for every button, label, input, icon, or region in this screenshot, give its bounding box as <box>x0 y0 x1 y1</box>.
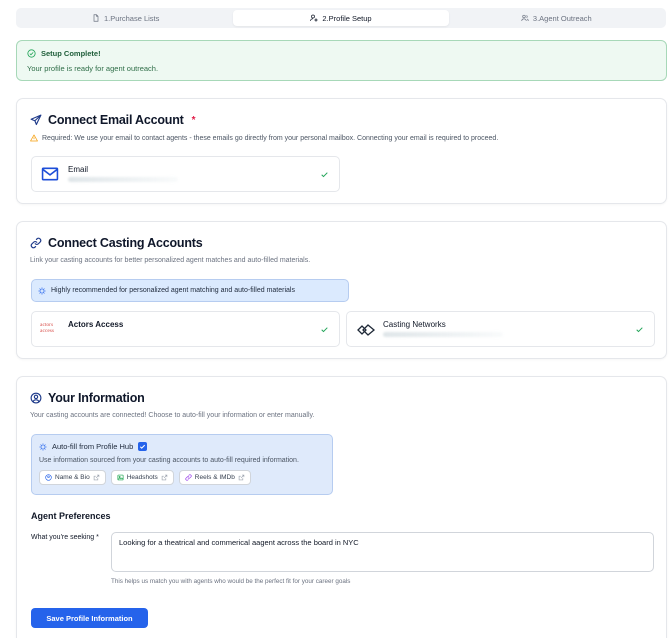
email-account-label: Email <box>68 165 89 174</box>
mail-icon <box>41 167 59 181</box>
send-icon <box>30 114 42 126</box>
check-icon <box>636 327 643 333</box>
actors-access-logo: actors access <box>40 322 55 334</box>
chip-label: Name & Bio <box>55 474 90 481</box>
casting-accounts-card: Connect Casting Accounts Link your casti… <box>16 221 667 359</box>
external-link-icon <box>161 474 167 481</box>
recommendation-text: Highly recommended for personalized agen… <box>51 287 295 294</box>
autofill-title: Auto-fill from Profile Hub <box>52 442 134 451</box>
link-icon <box>185 474 192 481</box>
user-gear-icon <box>310 14 318 22</box>
recommendation-hint: Highly recommended for personalized agen… <box>31 279 349 302</box>
check-icon <box>321 172 328 178</box>
actors-access-label: Actors Access <box>68 320 124 329</box>
casting-section-title: Connect Casting Accounts <box>48 236 203 250</box>
casting-networks-logo-icon <box>357 324 376 336</box>
email-account-option[interactable]: Email <box>31 156 340 192</box>
seeking-textarea[interactable]: Looking for a theatrical and commerical … <box>111 532 654 572</box>
seeking-help-text: This helps us match you with agents who … <box>111 578 351 585</box>
info-section-title: Your Information <box>48 391 145 405</box>
setup-complete-banner: Setup Complete! Your profile is ready fo… <box>16 40 667 81</box>
tab-agent-outreach[interactable]: 3.Agent Outreach <box>449 10 664 26</box>
image-icon <box>117 474 124 481</box>
tab-purchase-lists[interactable]: 1.Purchase Lists <box>18 10 233 26</box>
autofill-panel: Auto-fill from Profile Hub Use informati… <box>31 434 333 495</box>
person-icon <box>45 474 52 481</box>
required-star: * <box>191 114 196 126</box>
chip-name-bio[interactable]: Name & Bio <box>39 470 106 485</box>
casting-networks-label: Casting Networks <box>383 320 446 329</box>
info-section-description: Your casting accounts are connected! Cho… <box>30 412 315 419</box>
your-information-card: Your Information Your casting accounts a… <box>16 376 667 638</box>
email-required-warning: Required: We use your email to contact a… <box>42 134 499 142</box>
sparkle-icon <box>39 442 47 451</box>
tab-label: 2.Profile Setup <box>322 13 372 23</box>
user-circle-icon <box>30 392 42 404</box>
warning-icon <box>30 134 38 142</box>
sparkle-icon <box>38 286 46 295</box>
chip-label: Reels & IMDb <box>194 474 235 481</box>
blurred-account-detail <box>383 332 503 337</box>
agent-preferences-heading: Agent Preferences <box>31 511 111 521</box>
step-tabs: 1.Purchase Lists 2.Profile Setup 3.Agent… <box>16 8 666 28</box>
chip-reels-imdb[interactable]: Reels & IMDb <box>178 470 251 485</box>
email-section-title: Connect Email Account <box>48 113 184 127</box>
autofill-description: Use information sourced from your castin… <box>39 457 299 464</box>
tab-profile-setup[interactable]: 2.Profile Setup <box>233 10 449 26</box>
tab-label: 3.Agent Outreach <box>532 13 592 23</box>
success-description: Your profile is ready for agent outreach… <box>27 64 159 73</box>
save-profile-button[interactable]: Save Profile Information <box>31 608 148 628</box>
chip-label: Headshots <box>126 474 158 481</box>
autofill-checkbox[interactable] <box>138 442 148 451</box>
casting-networks-option[interactable]: Casting Networks <box>346 311 655 347</box>
external-link-icon <box>238 474 245 481</box>
email-account-card: Connect Email Account * Required: We use… <box>16 98 667 204</box>
users-icon <box>521 14 529 22</box>
checkmark-icon <box>140 444 146 449</box>
actors-access-option[interactable]: actors access Actors Access <box>31 311 340 347</box>
blurred-email-address <box>68 177 178 182</box>
link-icon <box>30 237 42 249</box>
check-circle-icon <box>27 49 36 58</box>
file-icon <box>93 14 99 22</box>
casting-section-description: Link your casting accounts for better pe… <box>30 257 311 264</box>
seeking-label: What you're seeking * <box>31 534 99 541</box>
success-title: Setup Complete! <box>41 49 101 58</box>
chip-headshots[interactable]: Headshots <box>110 470 174 485</box>
external-link-icon <box>93 474 99 481</box>
check-icon <box>321 327 328 333</box>
tab-label: 1.Purchase Lists <box>103 13 160 23</box>
